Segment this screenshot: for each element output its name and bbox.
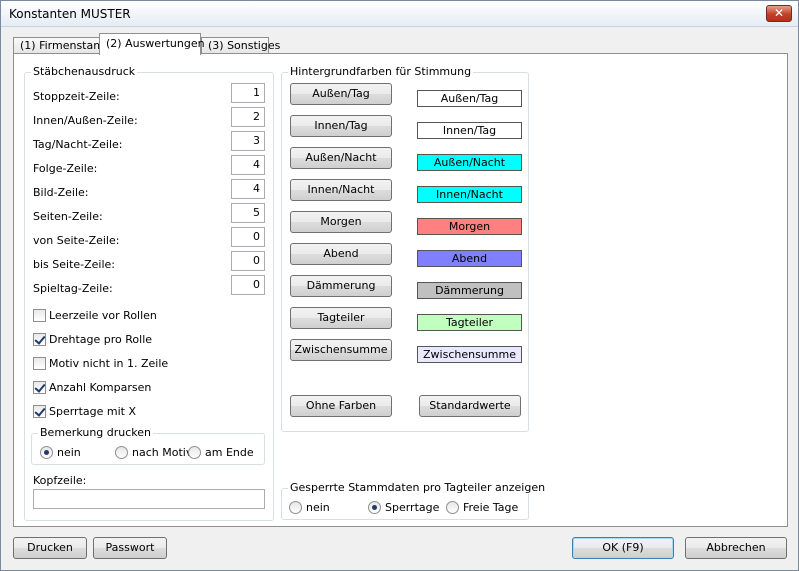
group-legend-gesperrte: Gesperrte Stammdaten pro Tagteiler anzei… xyxy=(288,481,548,494)
button-ohne-farben[interactable]: Ohne Farben xyxy=(290,395,392,417)
swatch-innen-tag: Innen/Tag xyxy=(417,122,522,139)
input-bild-zeile[interactable]: 4 xyxy=(231,179,265,199)
input-bis-seite-zeile[interactable]: 0 xyxy=(231,251,265,271)
button-innen-nacht[interactable]: Innen/Nacht xyxy=(290,179,392,201)
radio-gesperrte-nein[interactable] xyxy=(289,501,302,514)
radio-label-gesperrte-nein: nein xyxy=(306,501,330,514)
row-label-von-seite: von Seite-Zeile: xyxy=(33,234,120,247)
drucken-button[interactable]: Drucken xyxy=(13,537,87,559)
input-tag-nacht-zeile[interactable]: 3 xyxy=(231,131,265,151)
swatch-aussen-nacht: Außen/Nacht xyxy=(417,154,522,171)
radio-bemerkung-am-ende[interactable] xyxy=(188,446,201,459)
checkbox-leerzeile-vor-rollen[interactable] xyxy=(33,309,46,322)
radio-label-nach-motiv: nach Motiv xyxy=(132,446,193,459)
swatch-daemmerung: Dämmerung xyxy=(417,282,522,299)
passwort-button[interactable]: Passwort xyxy=(93,537,167,559)
window-title: Konstanten MUSTER xyxy=(9,7,131,21)
row-label-stoppzeit: Stoppzeit-Zeile: xyxy=(33,90,120,103)
group-hintergrundfarben: Hintergrundfarben für Stimmung Außen/Tag… xyxy=(281,65,529,432)
input-innen-aussen-zeile[interactable]: 2 xyxy=(231,107,265,127)
input-stoppzeit-zeile[interactable]: 1 xyxy=(231,83,265,103)
checkbox-label-sperrtage: Sperrtage mit X xyxy=(49,405,137,418)
checkbox-label-motiv: Motiv nicht in 1. Zeile xyxy=(49,357,169,370)
group-bemerkung-drucken: Bemerkung drucken nein nach Motiv am End… xyxy=(31,426,265,465)
swatch-zwischensumme: Zwischensumme xyxy=(417,346,522,363)
input-folge-zeile[interactable]: 4 xyxy=(231,155,265,175)
title-bar: Konstanten MUSTER ✕ xyxy=(1,1,798,27)
row-label-innen-aussen: Innen/Außen-Zeile: xyxy=(33,114,138,127)
swatch-aussen-tag: Außen/Tag xyxy=(417,90,522,107)
radio-label-am-ende: am Ende xyxy=(205,446,254,459)
group-legend-hintergrund: Hintergrundfarben für Stimmung xyxy=(288,65,474,78)
button-aussen-tag[interactable]: Außen/Tag xyxy=(290,83,392,105)
row-label-bild: Bild-Zeile: xyxy=(33,186,89,199)
button-innen-tag[interactable]: Innen/Tag xyxy=(290,115,392,137)
button-daemmerung[interactable]: Dämmerung xyxy=(290,275,392,297)
checkbox-sperrtage-mit-x[interactable] xyxy=(33,405,46,418)
kopfzeile-input[interactable] xyxy=(33,489,265,509)
checkbox-label-leerzeile: Leerzeile vor Rollen xyxy=(49,309,157,322)
abbrechen-button[interactable]: Abbrechen xyxy=(685,537,787,559)
input-spieltag-zeile[interactable]: 0 xyxy=(231,275,265,295)
row-label-spieltag: Spieltag-Zeile: xyxy=(33,282,113,295)
row-label-seiten: Seiten-Zeile: xyxy=(33,210,103,223)
button-morgen[interactable]: Morgen xyxy=(290,211,392,233)
button-aussen-nacht[interactable]: Außen/Nacht xyxy=(290,147,392,169)
input-seiten-zeile[interactable]: 5 xyxy=(231,203,265,223)
swatch-abend: Abend xyxy=(417,250,522,267)
radio-bemerkung-nein[interactable] xyxy=(40,446,53,459)
radio-gesperrte-sperrtage[interactable] xyxy=(368,501,381,514)
checkbox-motiv-nicht-in-1-zeile[interactable] xyxy=(33,357,46,370)
swatch-tagteiler: Tagteiler xyxy=(417,314,522,331)
group-legend-bemerkung: Bemerkung drucken xyxy=(38,426,154,439)
radio-label-freie-tage: Freie Tage xyxy=(463,501,519,514)
checkbox-anzahl-komparsen[interactable] xyxy=(33,381,46,394)
group-staebchenausdruck: Stäbchenausdruck Stoppzeit-Zeile: 1 Inne… xyxy=(24,65,274,521)
button-tagteiler[interactable]: Tagteiler xyxy=(290,307,392,329)
button-standardwerte[interactable]: Standardwerte xyxy=(419,395,521,417)
input-von-seite-zeile[interactable]: 0 xyxy=(231,227,265,247)
checkbox-label-drehtage: Drehtage pro Rolle xyxy=(49,333,153,346)
radio-label-nein: nein xyxy=(57,446,81,459)
ok-button[interactable]: OK (F9) xyxy=(572,537,674,559)
row-label-bis-seite: bis Seite-Zeile: xyxy=(33,258,116,271)
row-label-folge: Folge-Zeile: xyxy=(33,162,98,175)
row-label-tag-nacht: Tag/Nacht-Zeile: xyxy=(33,138,123,151)
checkbox-drehtage-pro-rolle[interactable] xyxy=(33,333,46,346)
radio-gesperrte-freie-tage[interactable] xyxy=(446,501,459,514)
swatch-innen-nacht: Innen/Nacht xyxy=(417,186,522,203)
radio-label-sperrtage: Sperrtage xyxy=(385,501,440,514)
button-zwischensumme[interactable]: Zwischensumme xyxy=(290,339,392,361)
checkbox-label-komparsen: Anzahl Komparsen xyxy=(49,381,152,394)
radio-bemerkung-nach-motiv[interactable] xyxy=(115,446,128,459)
tab-panel-auswertungen: Stäbchenausdruck Stoppzeit-Zeile: 1 Inne… xyxy=(13,53,788,527)
tab-auswertungen[interactable]: (2) Auswertungen xyxy=(99,33,205,55)
kopfzeile-label: Kopfzeile: xyxy=(33,474,87,487)
button-abend[interactable]: Abend xyxy=(290,243,392,265)
close-icon: ✕ xyxy=(773,6,785,20)
group-gesperrte-stammdaten: Gesperrte Stammdaten pro Tagteiler anzei… xyxy=(281,481,548,520)
close-button[interactable]: ✕ xyxy=(766,5,792,22)
swatch-morgen: Morgen xyxy=(417,218,522,235)
dialog-window: Konstanten MUSTER ✕ (1) Firmenstamm (2) … xyxy=(0,0,799,571)
group-legend-staebchen: Stäbchenausdruck xyxy=(31,65,138,78)
